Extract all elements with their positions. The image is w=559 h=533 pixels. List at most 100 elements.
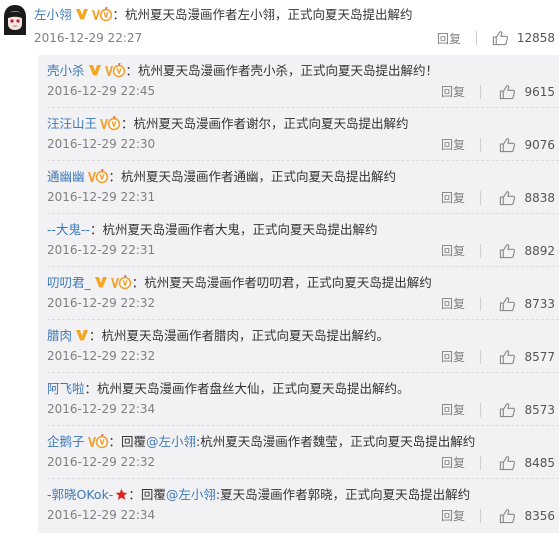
like-button[interactable]: 8577 <box>481 349 559 365</box>
like-count: 9076 <box>524 137 555 152</box>
reply-item: -郭晓OKok- ：回覆@左小翎:夏天岛漫画作者郭晓，正式向夏天岛提出解约 2016… <box>38 479 559 532</box>
reply-button[interactable]: 回复 <box>426 454 480 471</box>
reply-button[interactable]: 回复 <box>426 189 480 206</box>
thumbs-up-icon <box>499 349 516 365</box>
like-button[interactable]: 8573 <box>481 402 559 418</box>
username-link[interactable]: 叨叨君_ <box>47 275 91 290</box>
reply-text: :夏天岛漫画作者郭晓，正式向夏天岛提出解约 <box>215 487 471 502</box>
reply-button[interactable]: 回复 <box>426 83 480 100</box>
reply-line: --大鬼--：杭州夏天岛漫画作者大鬼，正式向夏天岛提出解约 <box>47 221 378 239</box>
reply-timestamp: 2016-12-29 22:34 <box>47 402 156 416</box>
mention-link[interactable]: @左小翎 <box>166 487 216 502</box>
like-count: 8485 <box>524 455 555 470</box>
thumbs-up-icon <box>499 508 516 524</box>
username-link[interactable]: 左小翎 <box>34 7 72 22</box>
reply-item: 企鹅子 ：回覆@左小翎:杭州夏天岛漫画作者魏莹，正式向夏天岛提出解约 2016-12… <box>38 426 559 479</box>
like-button[interactable]: 9076 <box>481 137 559 153</box>
vip-icon <box>99 115 121 131</box>
username-link[interactable]: 汪汪山王 <box>47 116 97 131</box>
reply-line: -郭晓OKok- ：回覆@左小翎:夏天岛漫画作者郭晓，正式向夏天岛提出解约 <box>47 486 470 504</box>
reply-timestamp: 2016-12-29 22:31 <box>47 243 156 257</box>
reply-item: 通幽幽 ：杭州夏天岛漫画作者通幽，正式向夏天岛提出解约 2016-12-29 22:… <box>38 161 559 214</box>
v-icon <box>75 328 89 342</box>
comment-actions: 回复 12858 <box>422 29 559 47</box>
thumbs-up-icon <box>499 402 516 418</box>
reply-timestamp: 2016-12-29 22:34 <box>47 508 156 522</box>
badge-group <box>72 7 113 22</box>
username-link[interactable]: -郭晓OKok- <box>47 487 113 502</box>
v-icon <box>88 63 102 77</box>
reply-button[interactable]: 回复 <box>426 242 480 259</box>
reply-button[interactable]: 回复 <box>426 295 480 312</box>
thumbs-up-icon <box>499 296 516 312</box>
badge-group <box>85 169 109 184</box>
comment-timestamp: 2016-12-29 22:27 <box>34 31 143 45</box>
reply-line: 通幽幽 ：杭州夏天岛漫画作者通幽，正式向夏天岛提出解约 <box>47 168 396 186</box>
reply-text: ：杭州夏天岛漫画作者叨叨君，正式向夏天岛提出解约 <box>131 275 432 290</box>
reply-line: 壳小杀 ：杭州夏天岛漫画作者壳小杀，正式向夏天岛提出解约！ <box>47 62 438 80</box>
username-link[interactable]: 壳小杀 <box>47 63 85 78</box>
reply-timestamp: 2016-12-29 22:30 <box>47 137 156 151</box>
reply-button[interactable]: 回复 <box>426 507 480 524</box>
reply-actions: 回复 8892 <box>426 242 559 259</box>
badge-group <box>91 275 132 290</box>
reply-actions: 回复 8838 <box>426 189 559 206</box>
reply-item: 叨叨君_ ：杭州夏天岛漫画作者叨叨君，正式向夏天岛提出解约 2016-12-29 2… <box>38 267 559 320</box>
badge-group <box>97 116 121 131</box>
like-count: 8356 <box>524 508 555 523</box>
reply-actions: 回复 9076 <box>426 136 559 153</box>
reply-actions: 回复 8485 <box>426 454 559 471</box>
vip-icon <box>91 6 113 22</box>
reply-button[interactable]: 回复 <box>426 401 480 418</box>
reply-button[interactable]: 回复 <box>422 30 476 47</box>
reply-text: ：杭州夏天岛漫画作者腊肉，正式向夏天岛提出解约。 <box>89 328 390 343</box>
reply-item: 汪汪山王 ：杭州夏天岛漫画作者谢尔，正式向夏天岛提出解约 2016-12-29 22… <box>38 108 559 161</box>
like-button[interactable]: 12858 <box>477 30 559 46</box>
mention-link[interactable]: @左小翎 <box>146 434 196 449</box>
username-link[interactable]: 腊肉 <box>47 328 72 343</box>
avatar[interactable] <box>2 4 28 36</box>
like-count: 8892 <box>524 243 555 258</box>
vip-icon <box>87 433 109 449</box>
v-icon <box>94 275 108 289</box>
reply-item: 壳小杀 ：杭州夏天岛漫画作者壳小杀，正式向夏天岛提出解约！ 2016-12-29 2… <box>38 55 559 108</box>
username-link[interactable]: --大鬼-- <box>47 222 90 237</box>
like-count: 8838 <box>524 190 555 205</box>
like-button[interactable]: 8838 <box>481 190 559 206</box>
thumbs-up-icon <box>499 455 516 471</box>
reply-text: :杭州夏天岛漫画作者魏莹，正式向夏天岛提出解约 <box>196 434 476 449</box>
like-button[interactable]: 8485 <box>481 455 559 471</box>
thumbs-up-icon <box>499 84 516 100</box>
like-button[interactable]: 8733 <box>481 296 559 312</box>
like-count: 8733 <box>524 296 555 311</box>
reply-text: ：杭州夏天岛漫画作者壳小杀，正式向夏天岛提出解约！ <box>125 63 439 78</box>
vip-icon <box>87 168 109 184</box>
username-link[interactable]: 阿飞啦 <box>47 381 85 396</box>
username-link[interactable]: 通幽幽 <box>47 169 85 184</box>
vip-icon <box>104 62 126 78</box>
like-count: 8577 <box>524 349 555 364</box>
like-button[interactable]: 8892 <box>481 243 559 259</box>
reply-text: ：杭州夏天岛漫画作者盘丝大仙，正式向夏天岛提出解约。 <box>84 381 410 396</box>
like-button[interactable]: 9615 <box>481 84 559 100</box>
reply-timestamp: 2016-12-29 22:32 <box>47 349 156 363</box>
username-link[interactable]: 企鹅子 <box>47 434 85 449</box>
reply-actions: 回复 8573 <box>426 401 559 418</box>
like-count: 9615 <box>524 84 555 99</box>
reply-button[interactable]: 回复 <box>426 348 480 365</box>
reply-timestamp: 2016-12-29 22:32 <box>47 455 156 469</box>
star-icon <box>115 488 128 501</box>
vip-icon <box>110 274 132 290</box>
reply-button[interactable]: 回复 <box>426 136 480 153</box>
thumbs-up-icon <box>499 243 516 259</box>
reply-line: 汪汪山王 ：杭州夏天岛漫画作者谢尔，正式向夏天岛提出解约 <box>47 115 409 133</box>
main-comment: 左小翎 ：杭州夏天岛漫画作者左小翎，正式向夏天岛提出解约 2016-12-29 2… <box>0 0 559 54</box>
reply-item: --大鬼--：杭州夏天岛漫画作者大鬼，正式向夏天岛提出解约 2016-12-29 … <box>38 214 559 267</box>
like-button[interactable]: 8356 <box>481 508 559 524</box>
comment-text: ：杭州夏天岛漫画作者左小翎，正式向夏天岛提出解约 <box>112 7 413 22</box>
thumbs-up-icon <box>492 30 509 46</box>
reply-prefix: ：回覆 <box>128 487 166 502</box>
reply-timestamp: 2016-12-29 22:45 <box>47 84 156 98</box>
reply-item: 腊肉 ：杭州夏天岛漫画作者腊肉，正式向夏天岛提出解约。 2016-12-29 22:… <box>38 320 559 373</box>
reply-text: ：杭州夏天岛漫画作者谢尔，正式向夏天岛提出解约 <box>121 116 409 131</box>
